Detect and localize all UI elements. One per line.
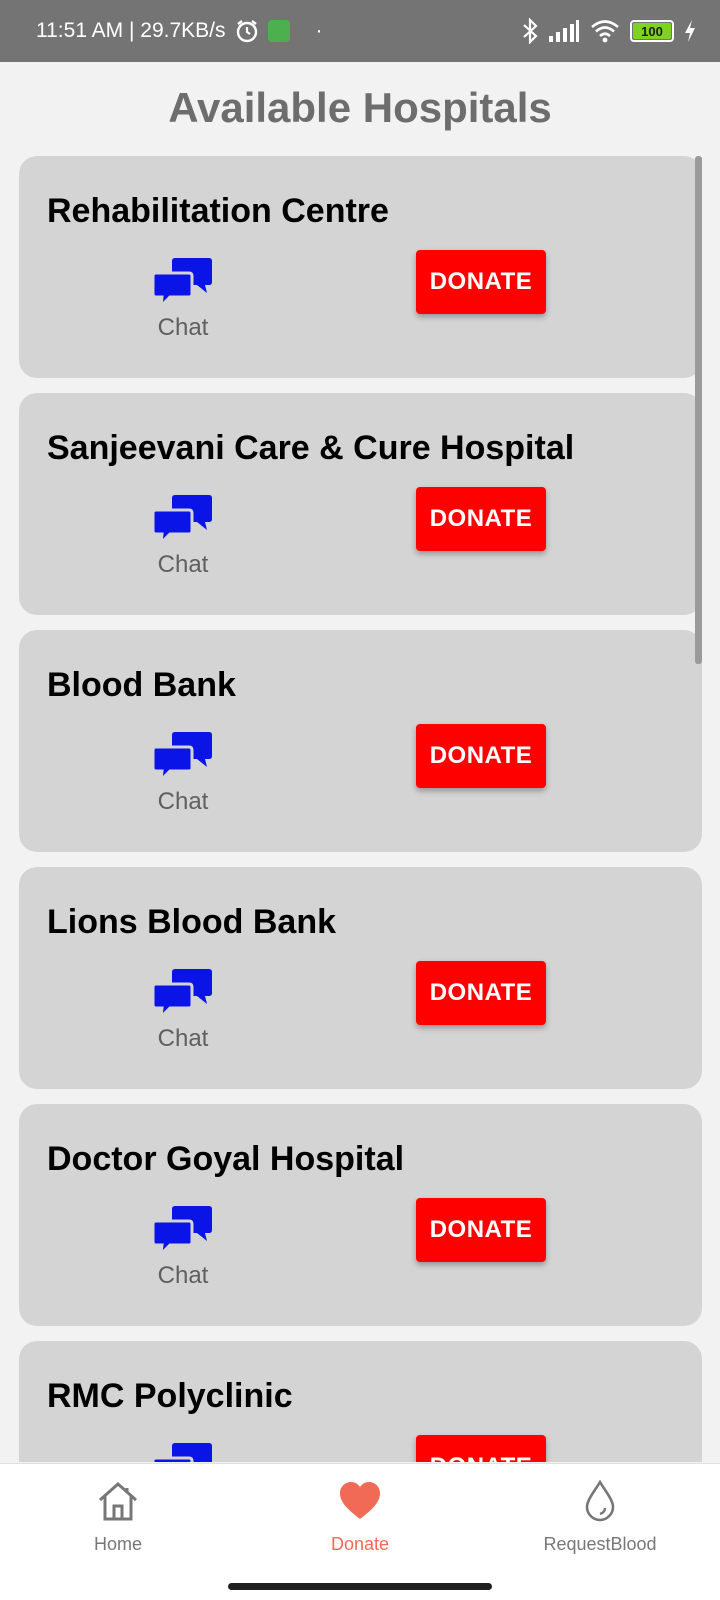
chat-label: Chat — [157, 788, 209, 815]
chat-button[interactable]: Chat — [137, 967, 229, 1053]
nav-label-request-blood: RequestBlood — [543, 1534, 657, 1554]
nav-item-request-blood[interactable]: RequestBlood — [500, 1478, 700, 1555]
hospital-card[interactable]: Lions Blood Bank Chat DONATE — [19, 867, 702, 1089]
scrollbar-thumb[interactable] — [695, 156, 702, 664]
hospital-card[interactable]: RMC Polyclinic Chat DONATE — [19, 1341, 702, 1462]
home-icon — [95, 1478, 141, 1524]
hospital-name: Rehabilitation Centre — [47, 192, 389, 230]
donate-button[interactable]: DONATE — [416, 1198, 546, 1262]
chat-label: Chat — [157, 551, 209, 578]
wifi-icon — [590, 19, 620, 43]
nav-label-home: Home — [93, 1534, 142, 1554]
donate-button[interactable]: DONATE — [416, 724, 546, 788]
hospital-card[interactable]: Rehabilitation Centre Chat DONATE — [19, 156, 702, 378]
hospital-name: Doctor Goyal Hospital — [47, 1140, 405, 1178]
chat-label: Chat — [157, 1025, 209, 1052]
chat-bubbles-icon — [151, 967, 213, 1022]
home-indicator[interactable] — [228, 1583, 492, 1590]
status-bar: 11:51 AM | 29.7KB/s · 100 — [0, 0, 720, 62]
page-title: Available Hospitals — [168, 84, 552, 131]
chat-bubbles-icon — [151, 256, 213, 311]
chat-button[interactable]: Chat — [137, 1204, 229, 1290]
chat-bubbles-icon — [151, 1441, 213, 1462]
signal-icon — [548, 20, 580, 42]
blood-drop-icon — [577, 1478, 623, 1524]
heart-icon — [337, 1478, 383, 1524]
nav-item-donate[interactable]: Donate — [260, 1478, 460, 1555]
hospital-name: Sanjeevani Care & Cure Hospital — [47, 429, 575, 467]
alarm-icon — [234, 18, 260, 44]
status-time-speed: 11:51 AM | 29.7KB/s — [36, 19, 226, 42]
hospital-card[interactable]: Blood Bank Chat DONATE — [19, 630, 702, 852]
bottom-nav: Home Donate RequestBlood — [0, 1463, 720, 1600]
chat-button[interactable]: Chat — [137, 730, 229, 816]
hospital-card[interactable]: Doctor Goyal Hospital Chat DONATE — [19, 1104, 702, 1326]
chat-bubbles-icon — [151, 493, 213, 548]
hospital-name: Lions Blood Bank — [47, 903, 336, 941]
status-left: 11:51 AM | 29.7KB/s · — [36, 18, 323, 44]
chat-bubbles-icon — [151, 1204, 213, 1259]
donate-button[interactable]: DONATE — [416, 961, 546, 1025]
nav-item-home[interactable]: Home — [18, 1478, 218, 1555]
hospital-name: Blood Bank — [47, 666, 236, 704]
charging-icon — [684, 20, 696, 42]
chat-bubbles-icon — [151, 730, 213, 785]
donate-button[interactable]: DONATE — [416, 1435, 546, 1462]
chat-label: Chat — [157, 314, 209, 341]
status-dot: · — [315, 19, 323, 42]
chat-button[interactable]: Chat — [137, 493, 229, 579]
chat-label: Chat — [157, 1262, 209, 1289]
app-notification-icon — [267, 20, 290, 42]
bluetooth-icon — [522, 18, 538, 44]
nav-label-donate: Donate — [330, 1534, 390, 1554]
status-right: 100 — [522, 18, 696, 44]
hospital-list[interactable]: RMC PolyclinicChatDONATEDoctor Goyal Hos… — [0, 156, 720, 1462]
donate-button[interactable]: DONATE — [416, 487, 546, 551]
donate-button[interactable]: DONATE — [416, 250, 546, 314]
hospital-name: RMC Polyclinic — [47, 1377, 293, 1415]
chat-button[interactable]: Chat — [137, 1441, 229, 1462]
chat-button[interactable]: Chat — [137, 256, 229, 342]
hospital-card[interactable]: Sanjeevani Care & Cure Hospital Chat DONAT… — [19, 393, 702, 615]
battery-icon: 100 — [630, 20, 674, 42]
battery-level: 100 — [641, 23, 663, 39]
